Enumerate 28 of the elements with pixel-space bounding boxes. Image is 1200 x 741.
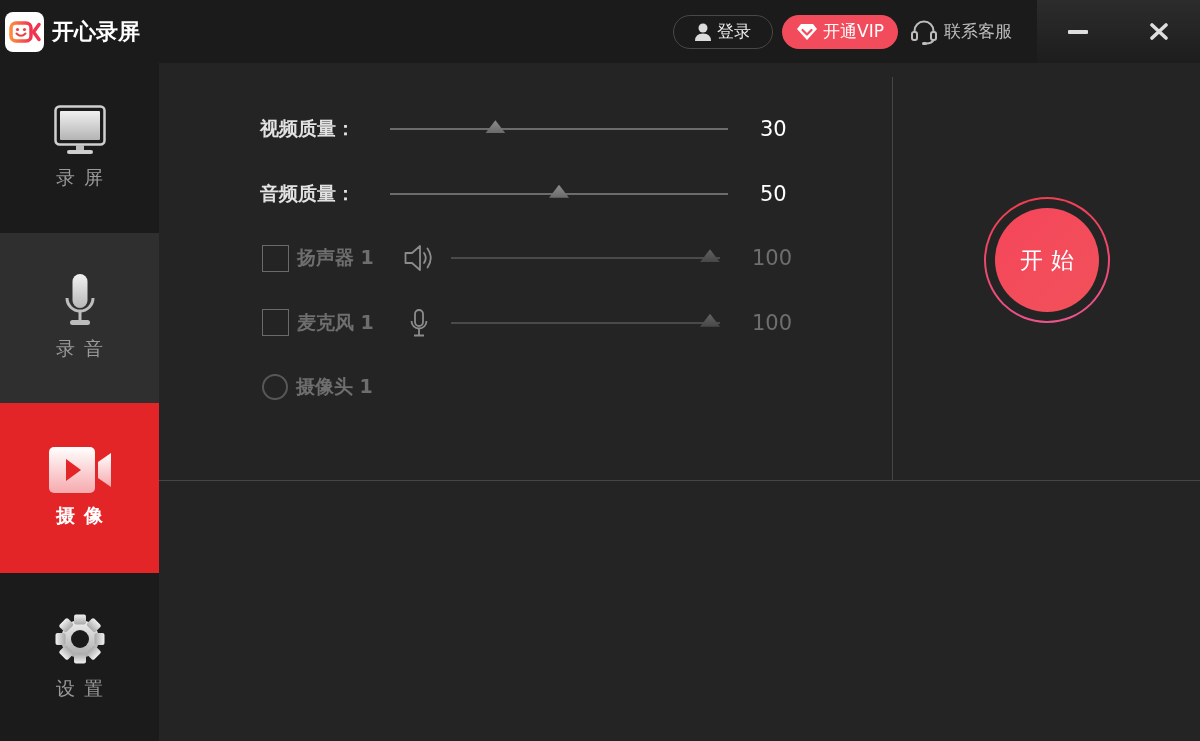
start-button[interactable]: 开始 (983, 197, 1110, 323)
app-title: 开心录屏 (52, 17, 140, 46)
microphone-icon (410, 308, 428, 337)
device-label: 麦克风 1 (297, 309, 375, 335)
app-logo-icon (5, 11, 44, 52)
setting-label: 音频质量： (260, 180, 356, 206)
monitor-icon (53, 105, 106, 155)
setting-label: 视频质量： (260, 116, 356, 142)
gear-icon (53, 612, 106, 666)
minimize-icon (1067, 29, 1088, 34)
microphone-icon (63, 274, 96, 326)
sidebar-tab[interactable]: 摄像 (0, 403, 159, 573)
close-icon (1150, 23, 1169, 40)
device-label: 扬声器 1 (297, 245, 375, 271)
vip-button[interactable]: 开通VIP (782, 14, 898, 49)
person-icon (695, 22, 711, 41)
login-button[interactable]: 登录 (673, 14, 773, 49)
video-camera-icon (48, 447, 111, 493)
setting-value: 50 (760, 181, 787, 206)
setting-value: 100 (752, 246, 793, 271)
device-label: 摄像头 1 (296, 374, 374, 400)
speaker-icon (404, 244, 434, 273)
setting-value: 30 (760, 117, 787, 142)
headset-icon (911, 18, 937, 45)
setting-value: 100 (752, 310, 793, 335)
support-link[interactable]: 联系客服 (911, 18, 1012, 45)
diamond-icon (796, 22, 819, 41)
sidebar-tab[interactable]: 录音 (0, 233, 159, 403)
